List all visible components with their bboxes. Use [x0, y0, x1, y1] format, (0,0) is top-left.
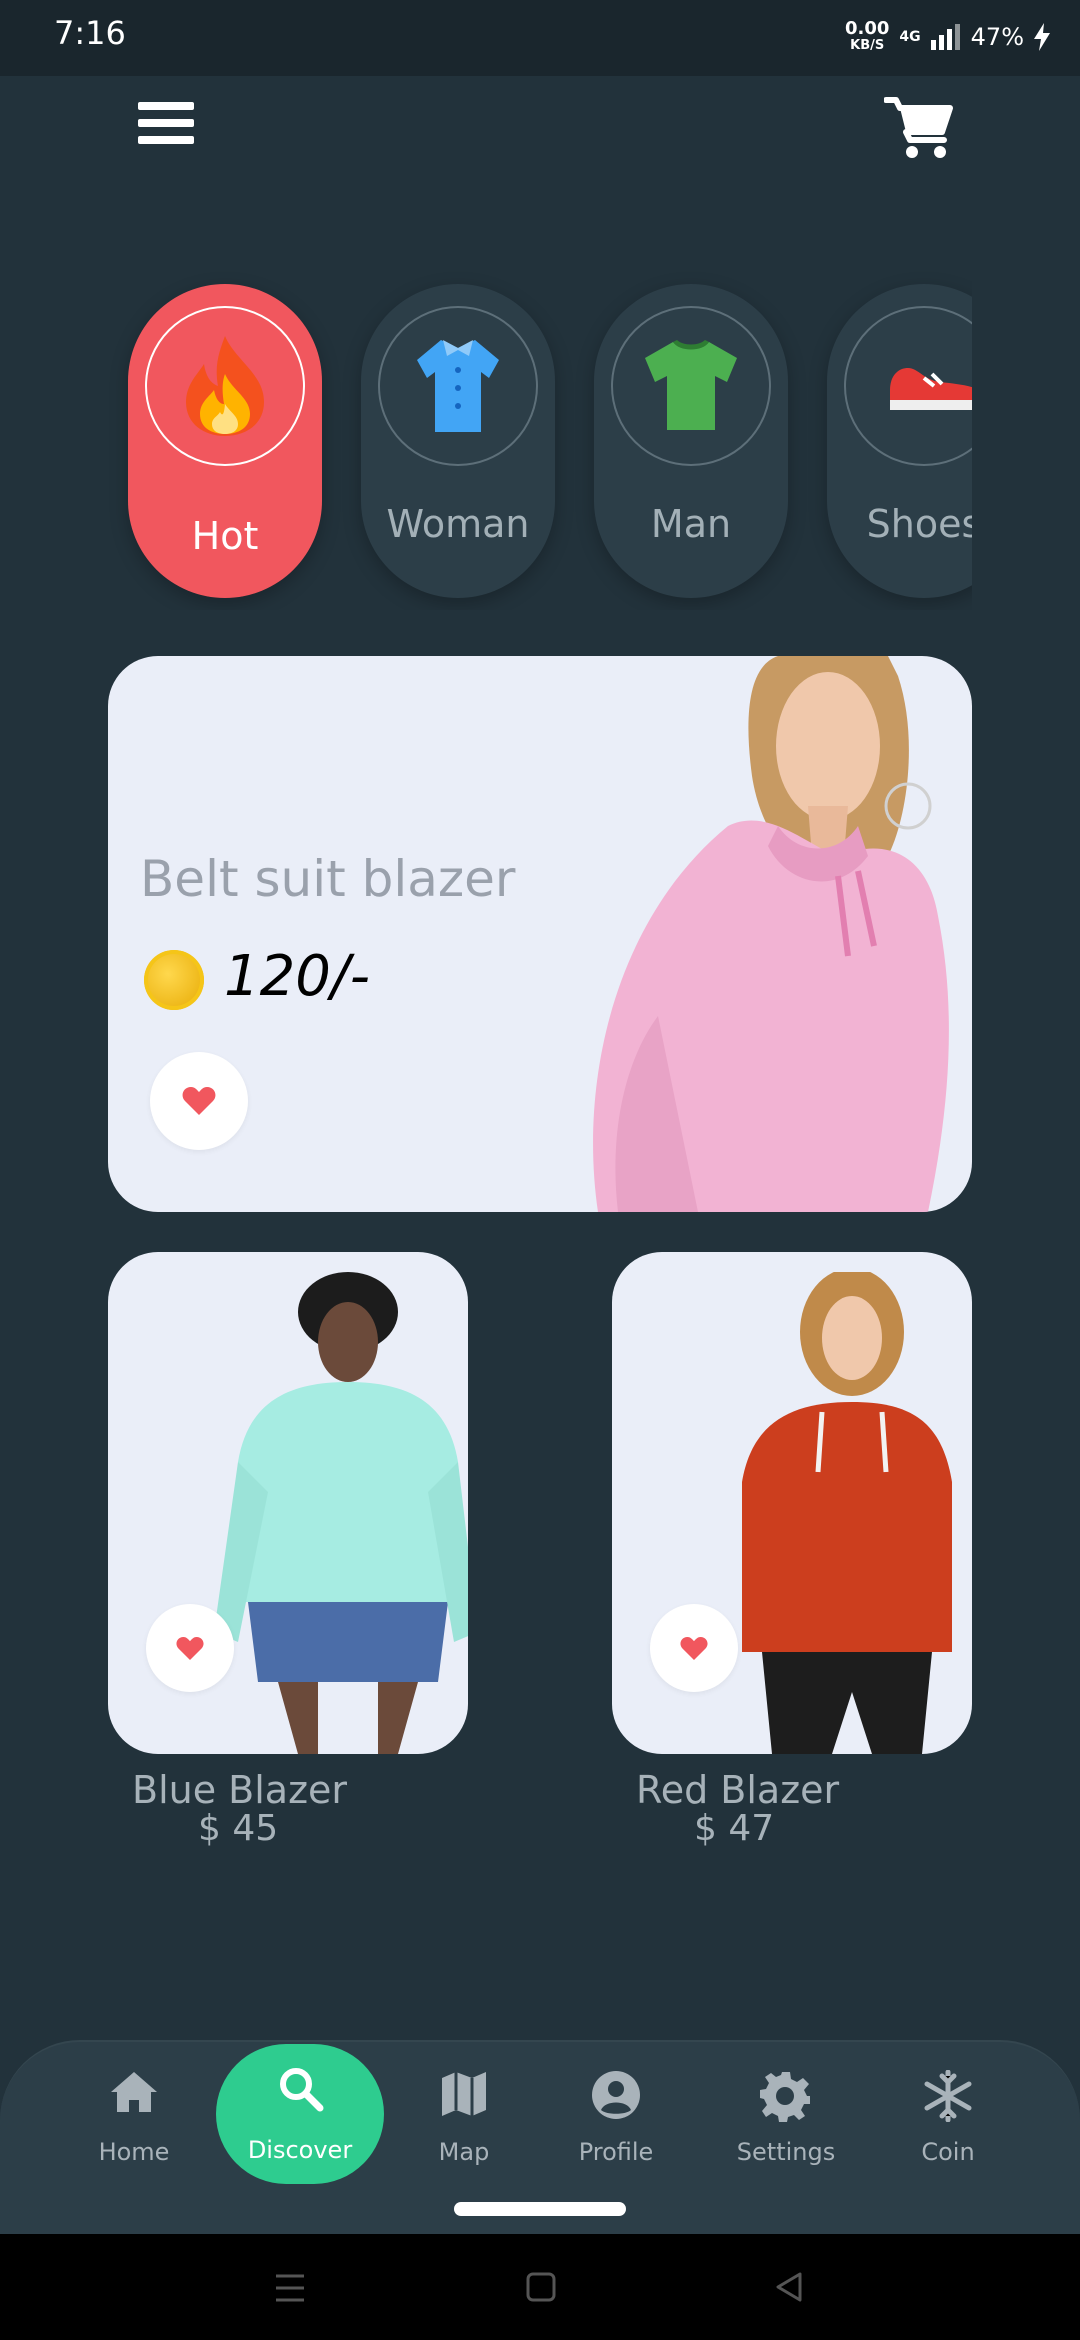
- featured-price: 120/-: [224, 944, 370, 1009]
- category-woman-circle: [378, 306, 538, 466]
- gear-icon: [760, 2072, 810, 2122]
- blue-blazer-image: [214, 1272, 468, 1754]
- home-icon: [111, 2072, 157, 2112]
- category-shoes[interactable]: Shoes: [827, 284, 972, 598]
- red-blazer-image: [742, 1272, 952, 1754]
- tshirt-icon: [645, 340, 737, 430]
- product-name-blue-blazer: Blue Blazer: [132, 1768, 348, 1812]
- featured-favorite-button[interactable]: [150, 1052, 248, 1150]
- nav-map[interactable]: Map: [394, 2060, 534, 2190]
- blouse-icon: [417, 340, 499, 432]
- category-hot[interactable]: Hot: [128, 284, 322, 598]
- category-hot-circle: [145, 306, 305, 466]
- nav-coin-label: Coin: [921, 2138, 975, 2166]
- category-woman-label: Woman: [386, 502, 530, 546]
- profile-icon: [592, 2071, 640, 2119]
- battery-level: 47%: [970, 23, 1024, 51]
- nav-settings-label: Settings: [736, 2138, 836, 2166]
- sneaker-icon: [890, 368, 972, 410]
- nav-map-label: Map: [438, 2138, 490, 2166]
- nav-home[interactable]: Home: [64, 2060, 204, 2190]
- fire-icon: [186, 336, 264, 436]
- heart-icon: [182, 1087, 216, 1115]
- featured-model-image: [593, 656, 949, 1212]
- network-speed-unit: KB/S: [850, 38, 885, 53]
- nav-discover[interactable]: Discover: [216, 2044, 384, 2184]
- status-indicators: 0.00 KB/S 4G 47%: [845, 20, 1050, 54]
- network-type: 4G: [899, 29, 921, 45]
- product-name-red-blazer: Red Blazer: [636, 1768, 840, 1812]
- system-navigation-bar: [0, 2234, 1080, 2340]
- home-indicator[interactable]: [454, 2202, 626, 2216]
- featured-title: Belt suit blazer: [140, 850, 516, 908]
- status-time: 7:16: [54, 14, 126, 52]
- nav-home-label: Home: [98, 2138, 170, 2166]
- category-man[interactable]: Man: [594, 284, 788, 598]
- product-price-red-blazer: $ 47: [694, 1808, 775, 1849]
- category-list: Hot Woman Man Shoes: [0, 270, 972, 610]
- search-icon: [280, 2068, 324, 2112]
- heart-icon: [176, 1636, 204, 1660]
- product-price-blue-blazer: $ 45: [198, 1808, 279, 1849]
- snowflake-icon: [924, 2070, 972, 2122]
- nav-coin[interactable]: Coin: [878, 2060, 1018, 2190]
- nav-profile[interactable]: Profile: [546, 2060, 686, 2190]
- heart-icon: [680, 1636, 708, 1660]
- category-woman[interactable]: Woman: [361, 284, 555, 598]
- map-icon: [442, 2072, 486, 2116]
- nav-profile-label: Profile: [578, 2138, 654, 2166]
- category-shoes-label: Shoes: [866, 502, 972, 546]
- category-hot-label: Hot: [191, 514, 259, 558]
- category-man-circle: [611, 306, 771, 466]
- back-icon[interactable]: [774, 2272, 804, 2302]
- blue-blazer-favorite-button[interactable]: [146, 1604, 234, 1692]
- red-blazer-favorite-button[interactable]: [650, 1604, 738, 1692]
- nav-settings[interactable]: Settings: [716, 2060, 856, 2190]
- coin-icon: [144, 950, 204, 1010]
- category-man-label: Man: [650, 502, 732, 546]
- cart-icon[interactable]: [884, 96, 954, 160]
- home-button-icon[interactable]: [526, 2272, 556, 2302]
- network-speed-value: 0.00: [845, 18, 890, 39]
- nav-discover-label: Discover: [247, 2136, 353, 2164]
- category-shoes-circle: [844, 306, 972, 466]
- menu-icon[interactable]: [138, 102, 194, 152]
- recent-apps-icon[interactable]: [274, 2274, 306, 2302]
- network-speed: 0.00 KB/S: [845, 20, 889, 54]
- signal-icon: [930, 24, 960, 50]
- charging-icon: [1034, 23, 1050, 51]
